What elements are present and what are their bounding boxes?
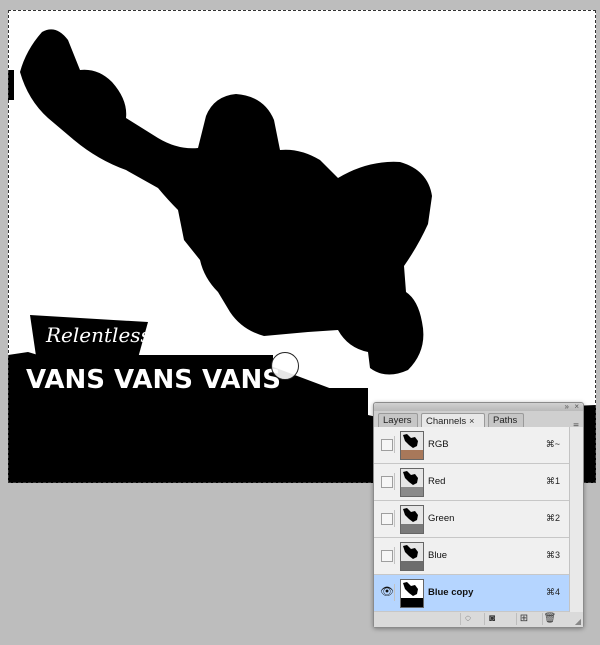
scrollbar[interactable] [569,427,583,612]
tab-close-icon[interactable]: × [469,416,474,426]
sign-vans-text: VANS VANS VANS [26,365,281,395]
channel-thumbnail [400,505,424,534]
tab-channels-label: Channels [426,416,467,427]
channel-thumbnail [400,468,424,497]
visibility-empty-box [381,513,393,525]
load-selection-icon[interactable]: ◌ [460,613,475,625]
tab-paths[interactable]: Paths [488,413,524,427]
visibility-empty-box [381,476,393,488]
channel-list: RGB ⌘~ Red ⌘1 Green ⌘2 Blue ⌘3 👁 Blue copy ⌘4 [374,427,583,613]
tab-paths-label: Paths [493,415,518,426]
panel-bottom-bar: ◢ ◌ ◙ ⊞ 🗑 [374,612,583,627]
resize-grip-icon[interactable]: ◢ [575,617,581,626]
channel-shortcut: ⌘3 [545,550,560,560]
visibility-toggle[interactable] [378,547,395,564]
save-selection-icon[interactable]: ◙ [484,613,499,625]
channel-thumbnail [400,431,424,460]
visibility-toggle[interactable] [378,510,395,527]
channel-row[interactable]: RGB ⌘~ [374,427,570,464]
sign-relentless-text: Relentless [45,323,151,347]
channel-thumbnail [400,579,424,608]
channel-name: Red [428,476,446,487]
collapse-icon[interactable]: » [565,403,569,411]
panel-titlebar[interactable]: » × [374,403,583,411]
channel-name: RGB [428,439,449,450]
channel-thumbnail [400,542,424,571]
tab-layers[interactable]: Layers [378,413,418,427]
visibility-empty-box [381,439,393,451]
channel-name: Blue [428,550,448,561]
channel-name: Blue copy [428,587,474,598]
channel-shortcut: ⌘1 [545,476,560,486]
tab-channels[interactable]: Channels × [421,413,485,428]
channel-row[interactable]: 👁 Blue copy ⌘4 [374,575,570,612]
channel-row[interactable]: Blue ⌘3 [374,538,570,575]
channel-shortcut: ⌘2 [545,513,560,523]
channel-row[interactable]: Red ⌘1 [374,464,570,501]
eye-icon: 👁 [380,586,394,598]
delete-channel-icon[interactable]: 🗑 [542,613,557,625]
tab-layers-label: Layers [383,415,412,426]
visibility-toggle[interactable]: 👁 [378,584,395,601]
panel-tabs: Layers Channels× Paths ≡ [374,411,583,432]
new-channel-icon[interactable]: ⊞ [516,613,531,625]
channels-panel: » × Layers Channels× Paths ≡ RGB ⌘~ Red ⌘1 G… [373,402,584,628]
visibility-toggle[interactable] [378,436,395,453]
channel-name: Green [428,513,455,524]
visibility-empty-box [381,550,393,562]
visibility-toggle[interactable] [378,473,395,490]
brush-cursor-icon [271,352,299,380]
channel-shortcut: ⌘4 [545,587,560,597]
channel-shortcut: ⌘~ [545,439,560,449]
channel-row[interactable]: Green ⌘2 [374,501,570,538]
close-icon[interactable]: × [574,403,579,411]
